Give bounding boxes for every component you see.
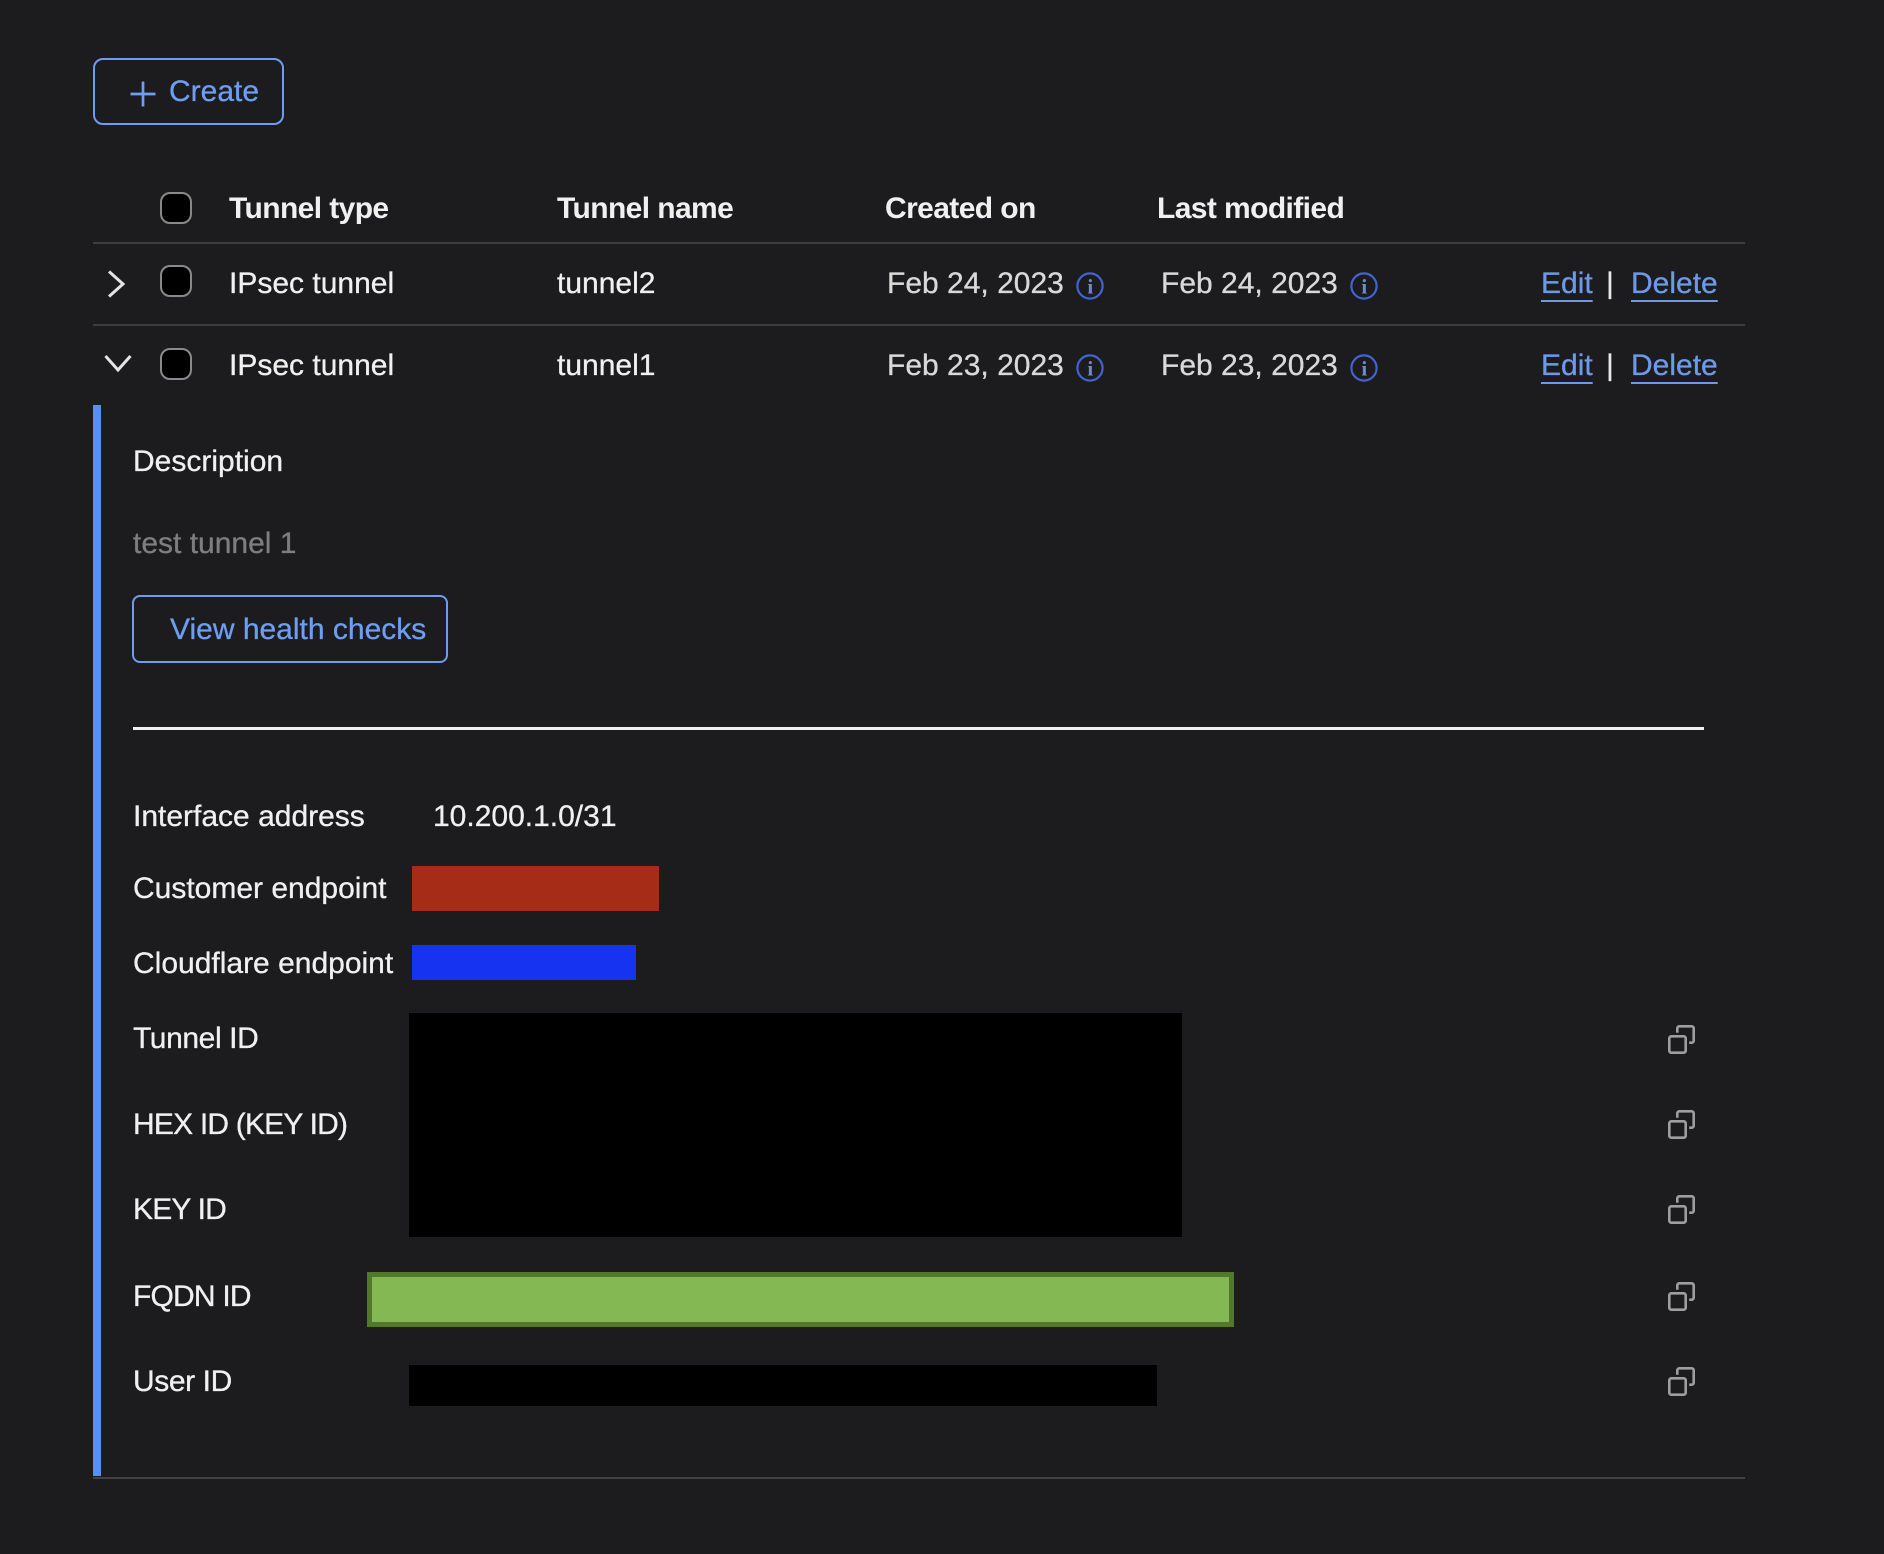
svg-text:i: i <box>1087 275 1093 299</box>
svg-text:i: i <box>1087 357 1093 381</box>
svg-text:i: i <box>1361 357 1367 381</box>
svg-text:i: i <box>1361 275 1367 299</box>
